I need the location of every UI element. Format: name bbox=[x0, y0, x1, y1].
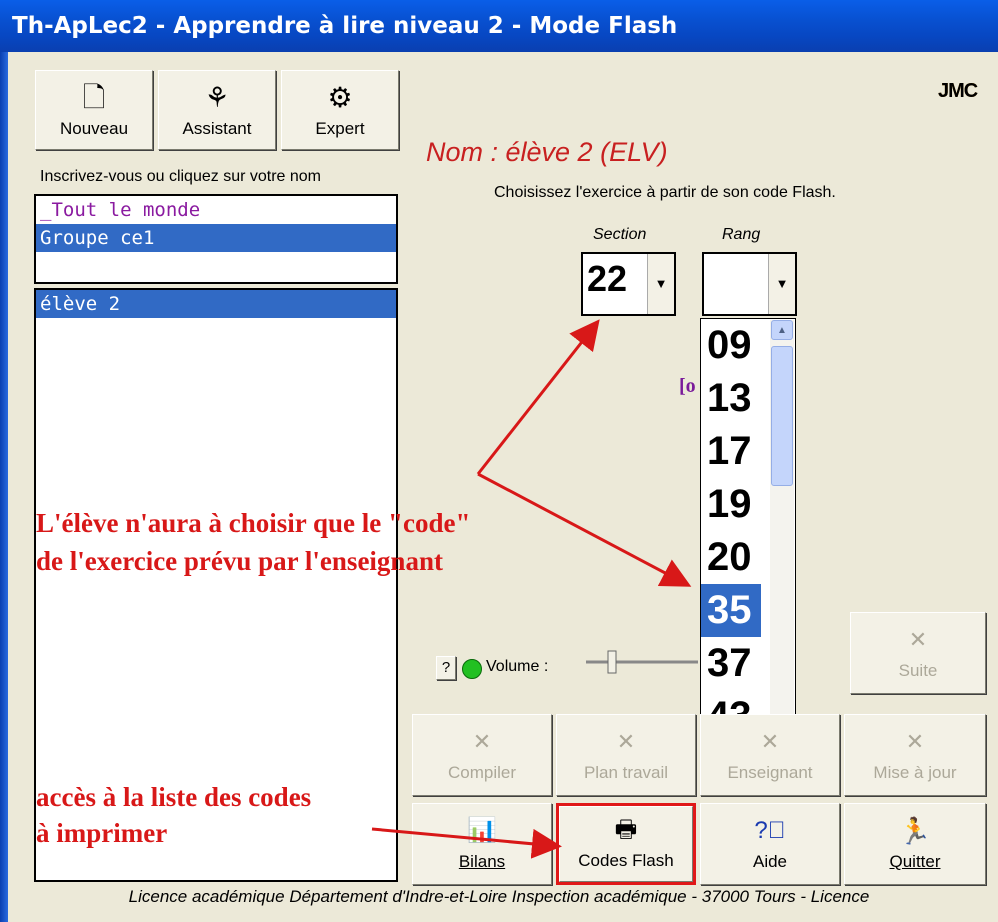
volume-slider[interactable] bbox=[580, 648, 698, 676]
new-button[interactable]: 🗋 Nouveau bbox=[35, 70, 153, 150]
teacher-button[interactable]: ✕ Enseignant bbox=[700, 714, 840, 796]
chevron-down-icon[interactable]: ▼ bbox=[647, 254, 674, 314]
annotation-line-3: accès à la liste des codes bbox=[36, 782, 312, 812]
section-combo[interactable]: 22 ▼ bbox=[581, 252, 676, 316]
running-man-icon: 🏃 bbox=[898, 816, 932, 846]
scroll-up-icon[interactable]: ▲ bbox=[771, 320, 793, 340]
rang-option[interactable]: 13 bbox=[701, 372, 761, 425]
assistant-button[interactable]: ⚘ Assistant bbox=[158, 70, 276, 150]
expert-icon: ⚙ bbox=[327, 82, 353, 113]
rang-option[interactable]: 09 bbox=[701, 319, 761, 372]
assistant-icon: ⚘ bbox=[204, 82, 230, 113]
app-logo: JMC bbox=[938, 80, 998, 102]
chevron-down-icon[interactable]: ▼ bbox=[768, 254, 795, 314]
annotation-line-4: à imprimer bbox=[36, 818, 168, 848]
annotation-line-2: de l'exercice prévu par l'enseignant bbox=[36, 546, 443, 576]
rang-option-selected[interactable]: 35 bbox=[701, 584, 761, 637]
list-item[interactable]: _Tout le monde bbox=[36, 196, 396, 224]
compile-label: Compiler bbox=[447, 763, 517, 782]
close-icon: ✕ bbox=[908, 627, 928, 652]
group-list[interactable]: _Tout le monde Groupe ce1 bbox=[34, 194, 398, 284]
close-icon: ✕ bbox=[760, 729, 780, 754]
section-value: 22 bbox=[587, 258, 628, 299]
rang-combo[interactable]: ▼ bbox=[702, 252, 797, 316]
rang-option[interactable]: 37 bbox=[701, 637, 761, 690]
bar-chart-icon: 📊 bbox=[467, 817, 497, 844]
rang-dropdown[interactable]: 09 13 17 19 20 35 37 43 ▲ ▼ bbox=[700, 318, 796, 744]
license-footer: Licence académique Département d'Indre-e… bbox=[128, 887, 870, 906]
help-button[interactable]: ? bbox=[436, 656, 456, 680]
annotation-line-1: L'élève n'aura à choisir que le "code" bbox=[36, 508, 471, 538]
suite-button[interactable]: ✕ Suite bbox=[850, 612, 986, 694]
assistant-button-label: Assistant bbox=[182, 119, 252, 138]
status-light-icon bbox=[462, 659, 482, 679]
rang-label: Rang bbox=[722, 226, 761, 243]
highlight-box bbox=[556, 803, 696, 885]
question-icon: ?⃝ bbox=[754, 817, 786, 844]
compile-button[interactable]: ✕ Compiler bbox=[412, 714, 552, 796]
expert-button[interactable]: ⚙ Expert bbox=[281, 70, 399, 150]
suite-label: Suite bbox=[898, 661, 938, 680]
reports-label: Bilans bbox=[458, 852, 506, 871]
instruction-text: Choisissez l'exercice à partir de son co… bbox=[494, 184, 836, 201]
window-frame bbox=[0, 52, 8, 922]
list-item[interactable]: Groupe ce1 bbox=[36, 224, 396, 252]
window-title: Th-ApLec2 - Apprendre à lire niveau 2 - … bbox=[0, 0, 998, 52]
dropdown-scrollbar[interactable]: ▲ ▼ bbox=[770, 320, 794, 742]
section-label: Section bbox=[593, 226, 647, 243]
new-button-label: Nouveau bbox=[59, 119, 129, 138]
work-plan-label: Plan travail bbox=[583, 763, 669, 782]
logo-text: JMC bbox=[938, 80, 978, 102]
scroll-thumb[interactable] bbox=[771, 346, 793, 486]
expert-button-label: Expert bbox=[315, 119, 365, 138]
quit-button[interactable]: 🏃 Quitter bbox=[844, 803, 986, 885]
quit-label: Quitter bbox=[889, 852, 941, 871]
student-name-title: Nom : élève 2 (ELV) bbox=[426, 137, 668, 167]
help-main-button[interactable]: ?⃝ Aide bbox=[700, 803, 840, 885]
close-icon: ✕ bbox=[472, 729, 492, 754]
reports-button[interactable]: 📊 Bilans bbox=[412, 803, 552, 885]
help-label: Aide bbox=[752, 852, 788, 871]
list-item[interactable]: élève 2 bbox=[36, 290, 396, 318]
work-plan-button[interactable]: ✕ Plan travail bbox=[556, 714, 696, 796]
register-prompt: Inscrivez-vous ou cliquez sur votre nom bbox=[40, 168, 321, 185]
new-document-icon: 🗋 bbox=[82, 82, 106, 113]
close-icon: ✕ bbox=[905, 729, 925, 754]
rang-option[interactable]: 19 bbox=[701, 478, 761, 531]
rang-option[interactable]: 17 bbox=[701, 425, 761, 478]
close-icon: ✕ bbox=[616, 729, 636, 754]
volume-label: Volume : bbox=[486, 658, 549, 675]
update-button[interactable]: ✕ Mise à jour bbox=[844, 714, 986, 796]
rang-option[interactable]: 20 bbox=[701, 531, 761, 584]
teacher-label: Enseignant bbox=[727, 763, 813, 782]
update-label: Mise à jour bbox=[873, 763, 957, 782]
partial-text: [o bbox=[679, 375, 696, 397]
